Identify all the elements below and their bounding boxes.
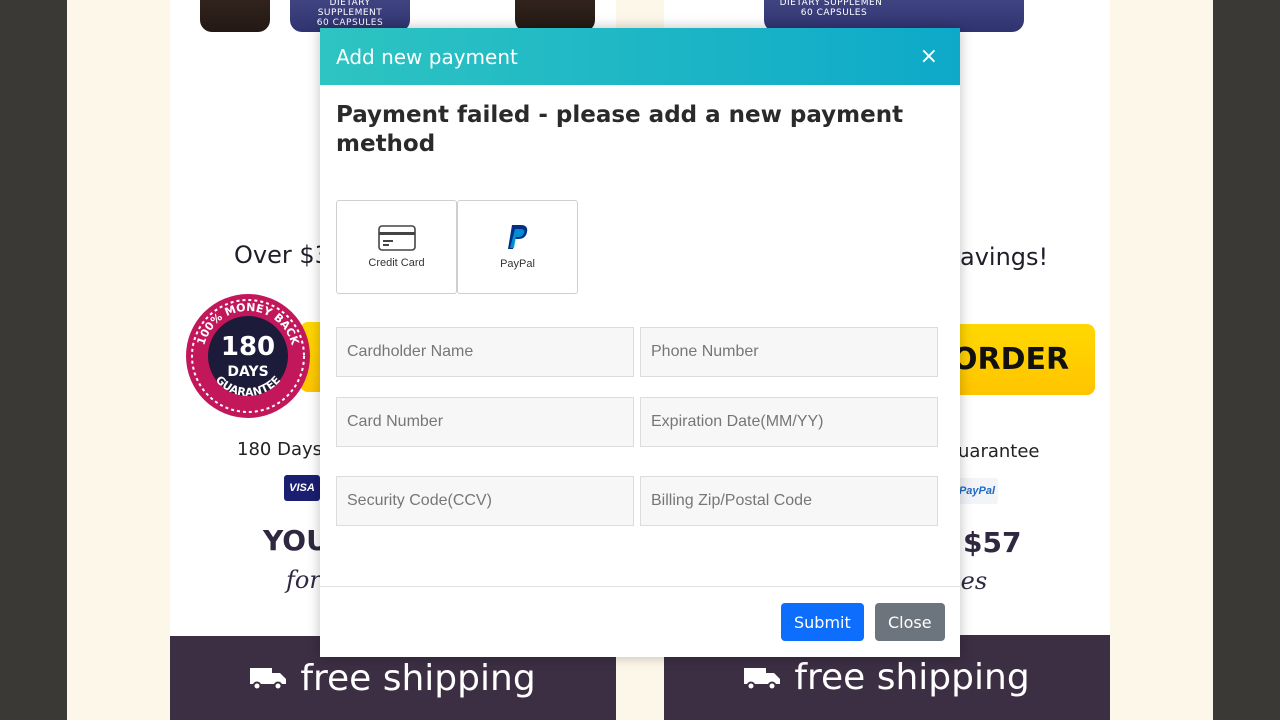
phone-number-input[interactable]: [640, 327, 938, 377]
modal-title: Add new payment: [336, 44, 518, 69]
modal-header: Add new payment ×: [320, 28, 960, 85]
bottle-sublabel: 60 CAPSULES: [800, 8, 868, 18]
bottle-label: DIETARY SUPPLEMENT: [317, 0, 383, 18]
guarantee-text: uarantee: [958, 441, 1040, 462]
expiration-date-input[interactable]: [640, 397, 938, 447]
savings-text: avings!: [960, 243, 1049, 271]
truck-icon: [744, 667, 781, 690]
badge-days-number: 180: [221, 332, 275, 362]
truck-icon: [250, 668, 287, 690]
bottle-label: DIETARY SUPPLEMENT: [779, 0, 889, 8]
order-button[interactable]: ORDER: [944, 324, 1095, 395]
billing-zip-input[interactable]: [640, 476, 938, 526]
guarantee-text: 180 Days: [237, 439, 322, 460]
per-bottle-text: for: [286, 566, 321, 594]
free-shipping-label: free shipping: [300, 657, 536, 699]
paypal-icon: [507, 225, 527, 249]
savings-text: Over $3: [234, 241, 330, 269]
payment-tab-label: PayPal: [500, 258, 535, 270]
payment-tab-credit-card[interactable]: Credit Card: [336, 200, 457, 294]
visa-logo: VISA: [284, 475, 320, 501]
security-code-input[interactable]: [336, 476, 634, 526]
free-shipping-label: free shipping: [794, 657, 1030, 698]
price-text: YOU: [263, 524, 329, 557]
card-number-input[interactable]: [336, 397, 634, 447]
cardholder-name-input[interactable]: [336, 327, 634, 377]
money-back-guarantee-badge: 180 DAYS 100% MONEY BACK GUARANTEE: [186, 294, 310, 418]
payment-tab-paypal[interactable]: PayPal: [457, 200, 578, 294]
badge-days-label: DAYS: [227, 364, 268, 380]
product-bottle-image: [200, 0, 270, 32]
add-payment-modal: Add new payment × Payment failed - pleas…: [320, 28, 960, 657]
price-text: $57: [963, 526, 1022, 559]
paypal-logo: PayPal: [956, 478, 998, 504]
close-icon[interactable]: ×: [920, 44, 944, 69]
modal-footer-divider: [320, 586, 960, 587]
payment-failed-heading: Payment failed - please add a new paymen…: [336, 102, 904, 157]
close-button[interactable]: Close: [875, 603, 945, 641]
credit-card-icon: [377, 225, 416, 251]
bottle-sublabel: 60 CAPSULES: [316, 18, 384, 28]
submit-button[interactable]: Submit: [781, 603, 864, 641]
payment-tab-label: Credit Card: [368, 257, 425, 269]
